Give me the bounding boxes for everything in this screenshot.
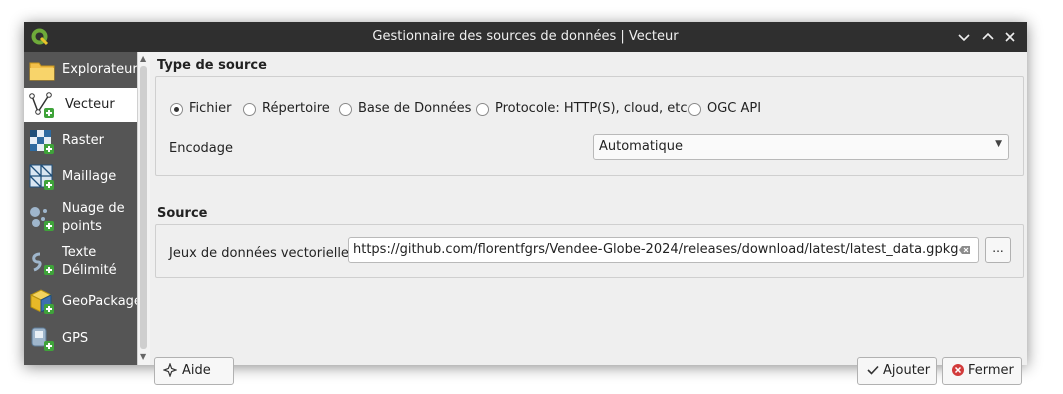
help-star-icon bbox=[163, 363, 177, 377]
scroll-down-icon[interactable]: ▼ bbox=[140, 352, 146, 361]
scroll-up-icon[interactable]: ▲ bbox=[140, 54, 146, 63]
sidebar-item-vecteur[interactable]: Vecteur bbox=[24, 88, 137, 122]
encoding-label: Encodage bbox=[169, 141, 234, 156]
sidebar-item-label: Raster bbox=[62, 133, 104, 148]
add-button-label: Ajouter bbox=[883, 363, 931, 378]
sidebar-item-label: Maillage bbox=[62, 169, 117, 184]
scrollbar-thumb[interactable] bbox=[140, 66, 147, 349]
radio-label: Fichier bbox=[189, 101, 232, 116]
radio-label: Base de Données bbox=[358, 101, 472, 116]
delimited-text-icon bbox=[32, 252, 54, 275]
sidebar-scrollbar[interactable]: ▲ ▼ bbox=[137, 52, 150, 365]
sidebar-item-geopackage[interactable]: GeoPackage bbox=[24, 284, 137, 320]
sidebar-item-maillage[interactable]: Maillage bbox=[24, 160, 137, 194]
sidebar-item-label: GeoPackage bbox=[62, 294, 137, 309]
radio-label: Protocole: HTTP(S), cloud, etc. bbox=[495, 101, 692, 116]
mesh-icon bbox=[29, 164, 54, 190]
encoding-select[interactable]: Automatique ▼ bbox=[593, 134, 1009, 160]
sidebar-item-label: Vecteur bbox=[65, 97, 115, 112]
close-circle-icon bbox=[952, 364, 964, 376]
close-button[interactable]: Fermer bbox=[942, 357, 1022, 385]
sidebar-item-label-line2: Délimité bbox=[62, 263, 117, 278]
radio-indicator[interactable] bbox=[339, 103, 352, 116]
chevron-down-icon: ▼ bbox=[995, 139, 1002, 149]
sidebar-item-label-line1: Nuage de bbox=[62, 201, 125, 216]
raster-icon bbox=[30, 130, 54, 154]
encoding-value: Automatique bbox=[599, 139, 684, 154]
source-type-group: Fichier Répertoire Base de Données Proto… bbox=[155, 76, 1024, 176]
sidebar-item-label-line2: points bbox=[62, 219, 102, 234]
data-source-manager-window: Gestionnaire des sources de données | Ve… bbox=[24, 22, 1027, 385]
sidebar-item-label: Explorateur bbox=[62, 62, 137, 77]
help-button-label: Aide bbox=[182, 363, 211, 378]
sidebar-item-texte-delimite[interactable]: Texte Délimité bbox=[24, 240, 137, 284]
dataset-label: Jeux de données vectorielles bbox=[169, 246, 356, 261]
close-button-label: Fermer bbox=[968, 363, 1014, 378]
close-icon[interactable] bbox=[1002, 29, 1018, 45]
radio-indicator[interactable] bbox=[688, 103, 701, 116]
radio-label: Répertoire bbox=[262, 101, 330, 116]
radio-label: OGC API bbox=[707, 101, 762, 116]
checkmark-icon bbox=[867, 365, 879, 375]
radio-indicator[interactable] bbox=[476, 103, 489, 116]
clear-icon[interactable] bbox=[958, 243, 972, 257]
vector-icon bbox=[29, 92, 54, 118]
window-title: Gestionnaire des sources de données | Ve… bbox=[372, 29, 679, 44]
gps-icon bbox=[31, 327, 54, 351]
source-title: Source bbox=[157, 206, 208, 221]
dataset-path-value: https://github.com/florentfgrs/Vendee-Gl… bbox=[353, 242, 959, 257]
chevron-up-icon[interactable] bbox=[980, 29, 996, 45]
source-type-title: Type de source bbox=[157, 58, 267, 73]
radio-indicator[interactable] bbox=[243, 103, 256, 116]
sidebar-item-explorateur[interactable]: Explorateur bbox=[24, 54, 137, 86]
sidebar-item-raster[interactable]: Raster bbox=[24, 124, 137, 158]
point-cloud-icon bbox=[30, 207, 54, 231]
title-bar[interactable]: Gestionnaire des sources de données | Ve… bbox=[24, 22, 1027, 52]
folder-icon bbox=[29, 62, 55, 81]
sidebar-item-label: GPS bbox=[62, 331, 89, 346]
sidebar-item-nuage-de-points[interactable]: Nuage de points bbox=[24, 196, 137, 240]
source-type-sidebar: Explorateur Vecteur Raster Maillage Nuag… bbox=[24, 52, 137, 365]
radio-indicator[interactable] bbox=[170, 103, 183, 116]
geopackage-icon bbox=[29, 289, 54, 314]
dataset-path-input[interactable]: https://github.com/florentfgrs/Vendee-Gl… bbox=[348, 237, 979, 263]
source-group: Jeux de données vectorielles https://git… bbox=[155, 224, 1024, 278]
help-button[interactable]: Aide bbox=[154, 357, 234, 385]
browse-button[interactable]: ... bbox=[985, 237, 1011, 263]
main-content: Type de source Fichier Répertoire Base d… bbox=[150, 52, 1027, 385]
sidebar-item-label-line1: Texte bbox=[62, 245, 97, 260]
add-button[interactable]: Ajouter bbox=[857, 357, 937, 385]
sidebar-item-gps[interactable]: GPS bbox=[24, 322, 137, 356]
chevron-down-icon[interactable] bbox=[956, 29, 972, 45]
